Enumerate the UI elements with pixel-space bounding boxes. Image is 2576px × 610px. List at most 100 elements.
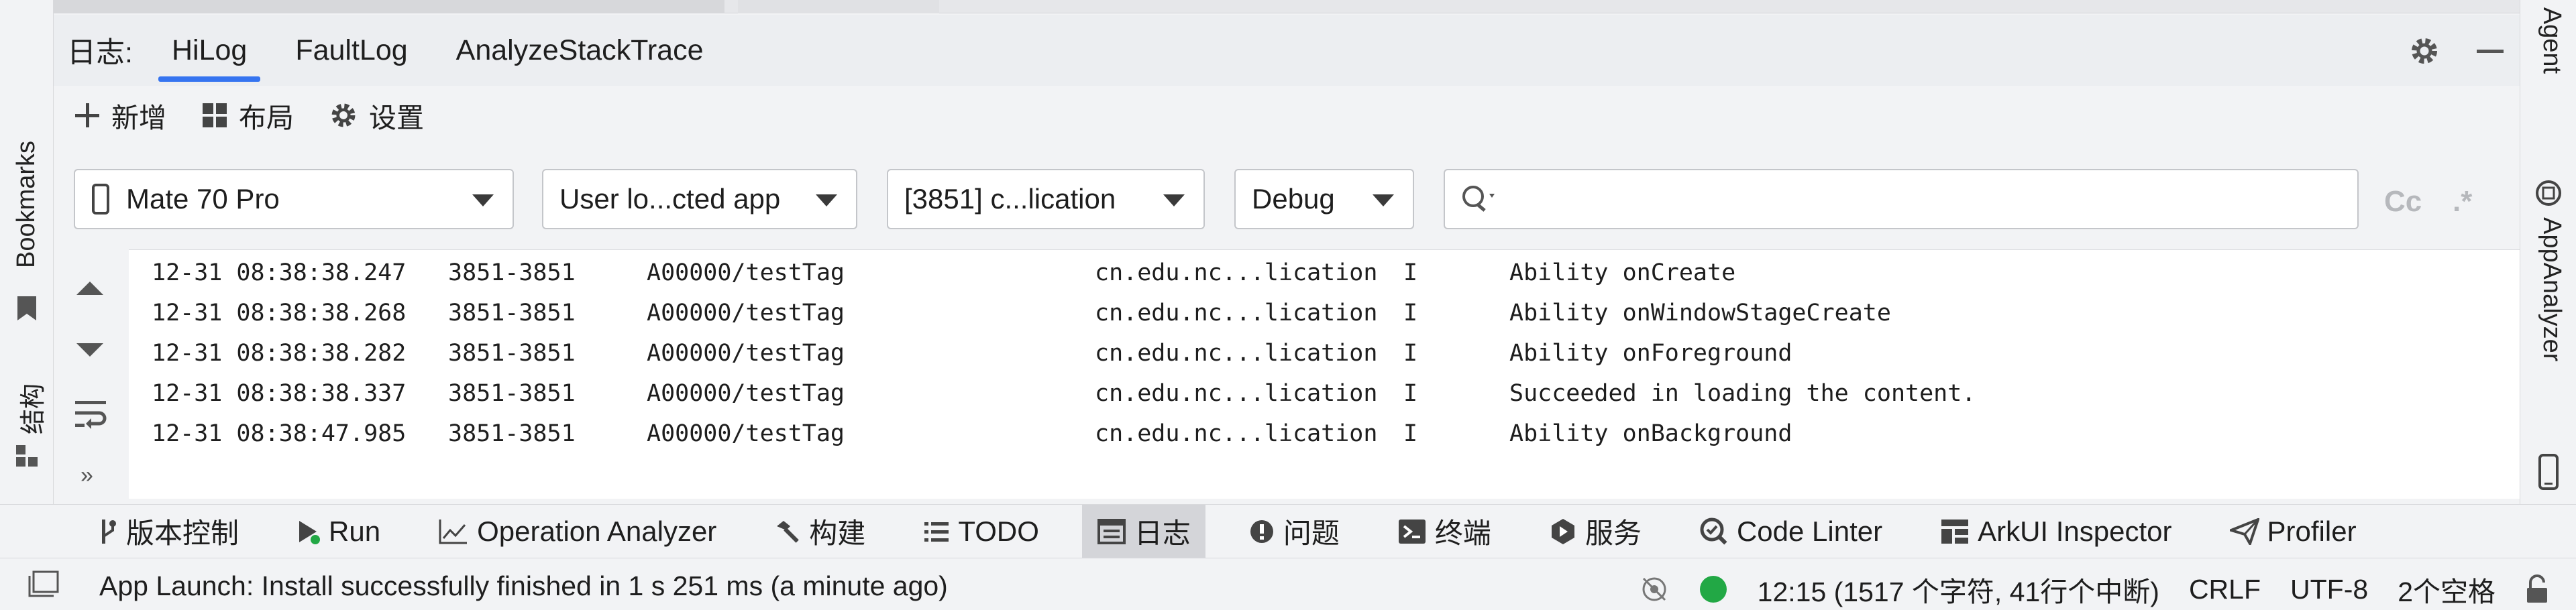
process-value: [3851] c...lication <box>904 183 1116 215</box>
tab-analyzestacktrace[interactable]: AnalyzeStackTrace <box>432 15 728 86</box>
tool-label: TODO <box>958 515 1039 547</box>
log-output[interactable]: 12-31 08:38:38.247 3851-3851 A00000/test… <box>129 249 2520 499</box>
process-select[interactable]: [3851] c...lication <box>887 169 1205 229</box>
tool-label: Operation Analyzer <box>477 515 717 547</box>
device-manager-icon[interactable] <box>2538 453 2559 491</box>
log-message: Ability onBackground <box>1509 420 1792 447</box>
log-pid: 3851-3851 <box>448 420 576 447</box>
tool-log[interactable]: 日志 <box>1081 504 1205 558</box>
branch-icon <box>98 517 118 546</box>
scroll-up-icon[interactable] <box>74 278 106 298</box>
lock-icon[interactable] <box>2525 574 2549 604</box>
log-row: 12-31 08:38:38.247 3851-3851 A00000/test… <box>152 259 1735 300</box>
more-icon[interactable]: » <box>80 463 93 489</box>
inspection-off-icon[interactable] <box>1640 574 1669 604</box>
log-pid: 3851-3851 <box>448 340 576 367</box>
log-tag: A00000/testTag <box>647 259 845 286</box>
editor-tab-strip <box>54 0 2520 13</box>
editor-tab[interactable] <box>738 0 939 13</box>
log-tag: A00000/testTag <box>647 380 845 407</box>
log-tab-bar: 日志: HiLog FaultLog AnalyzeStackTrace <box>54 15 2520 86</box>
run-icon <box>297 518 321 545</box>
caret-position[interactable]: 12:15 (1517 个字符, 41行个中断) <box>1758 569 2159 609</box>
layout-button[interactable]: 布局 <box>201 95 294 135</box>
list-icon <box>923 520 950 544</box>
log-pid: 3851-3851 <box>448 259 576 286</box>
device-value: Mate 70 Pro <box>126 183 280 215</box>
chevron-down-icon <box>1163 194 1185 206</box>
log-panel-header: 日志: HiLog FaultLog AnalyzeStackTrace <box>54 15 2520 86</box>
tool-run[interactable]: Run <box>282 505 395 558</box>
panel-toggle-icon[interactable] <box>28 570 59 597</box>
tool-build[interactable]: 构建 <box>759 505 880 558</box>
status-ok-icon[interactable] <box>1699 574 1728 604</box>
panel-header-actions <box>2408 35 2506 67</box>
log-time: 12-31 08:38:38.247 <box>152 259 407 286</box>
gear-icon <box>329 101 358 130</box>
tool-arkui-inspector[interactable]: ArkUI Inspector <box>1925 505 2186 558</box>
status-message[interactable]: App Launch: Install successfully finishe… <box>99 570 948 602</box>
scroll-down-icon[interactable] <box>74 341 106 361</box>
editor-tab[interactable] <box>54 0 724 13</box>
settings-button[interactable]: 设置 <box>329 95 424 135</box>
tab-label: FaultLog <box>295 34 408 66</box>
profiler-icon <box>2229 517 2259 545</box>
log-package: cn.edu.nc...lication <box>1095 259 1378 286</box>
tool-label: 日志 <box>1134 517 1191 549</box>
log-message: Succeeded in loading the content. <box>1509 380 1976 407</box>
tool-todo[interactable]: TODO <box>908 505 1054 558</box>
chevron-down-icon <box>1373 194 1394 206</box>
structure-tab[interactable]: 结构 <box>12 383 49 434</box>
log-panel-label: 日志: <box>67 37 133 69</box>
match-case-toggle[interactable]: Cc <box>2384 185 2422 219</box>
log-message: Ability onForeground <box>1509 340 1792 367</box>
regex-toggle[interactable]: .* <box>2453 185 2472 219</box>
log-level-value: Debug <box>1252 183 1335 215</box>
tab-faultlog[interactable]: FaultLog <box>271 15 431 86</box>
log-search[interactable] <box>1444 169 2359 229</box>
plus-icon <box>74 102 101 129</box>
tool-window-bar: 版本控制 Run Operation Analyzer 构建 TODO 日志 问… <box>0 504 2576 558</box>
log-level: I <box>1403 380 1418 407</box>
log-package: cn.edu.nc...lication <box>1095 340 1378 367</box>
indent-setting[interactable]: 2个空格 <box>2398 569 2496 609</box>
line-ending[interactable]: CRLF <box>2189 574 2261 605</box>
bookmarks-tab[interactable]: Bookmarks <box>12 141 41 268</box>
log-level: I <box>1403 420 1418 447</box>
tool-profiler[interactable]: Profiler <box>2215 505 2371 558</box>
log-time: 12-31 08:38:38.268 <box>152 300 407 326</box>
tool-label: 构建 <box>809 517 866 549</box>
tab-hilog[interactable]: HiLog <box>148 15 271 86</box>
tool-services[interactable]: 服务 <box>1534 505 1656 558</box>
tool-terminal[interactable]: 终端 <box>1383 505 1506 558</box>
log-level-select[interactable]: Debug <box>1234 169 1414 229</box>
log-row: 12-31 08:38:47.985 3851-3851 A00000/test… <box>152 420 1792 461</box>
minimize-icon[interactable] <box>2474 35 2506 67</box>
agent-label: on Agent <box>2538 0 2566 74</box>
add-button[interactable]: 新增 <box>74 95 166 135</box>
log-package: cn.edu.nc...lication <box>1095 420 1378 447</box>
tool-operation-analyzer[interactable]: Operation Analyzer <box>423 505 731 558</box>
log-tag: A00000/testTag <box>647 300 845 326</box>
status-right-group: 12:15 (1517 个字符, 41行个中断) CRLF UTF-8 2个空格 <box>1640 569 2549 609</box>
tool-version-control[interactable]: 版本控制 <box>83 505 254 558</box>
soft-wrap-icon[interactable] <box>74 398 109 430</box>
device-select[interactable]: Mate 70 Pro <box>74 169 514 229</box>
log-level: I <box>1403 300 1418 326</box>
scope-select[interactable]: User lo...cted app <box>542 169 857 229</box>
agent-tab[interactable]: on Agent <box>2537 0 2566 74</box>
log-filter-row: Mate 70 Pro User lo...cted app [3851] c.… <box>54 153 2520 229</box>
layout-label: 布局 <box>239 103 294 133</box>
right-tool-strip: on Agent AppAnalyzer <box>2520 0 2576 504</box>
file-encoding[interactable]: UTF-8 <box>2290 574 2368 605</box>
tool-code-linter[interactable]: Code Linter <box>1684 505 1897 558</box>
appanalyzer-tab[interactable]: AppAnalyzer <box>2537 217 2566 361</box>
bookmark-icon <box>16 295 38 322</box>
search-input[interactable] <box>1511 183 2357 215</box>
log-level: I <box>1403 259 1418 286</box>
tab-label: AnalyzeStackTrace <box>455 34 704 66</box>
gear-icon[interactable] <box>2408 35 2440 67</box>
appanalyzer-icon <box>2535 180 2562 206</box>
settings-label: 设置 <box>369 103 424 133</box>
tool-problems[interactable]: 问题 <box>1234 505 1354 558</box>
